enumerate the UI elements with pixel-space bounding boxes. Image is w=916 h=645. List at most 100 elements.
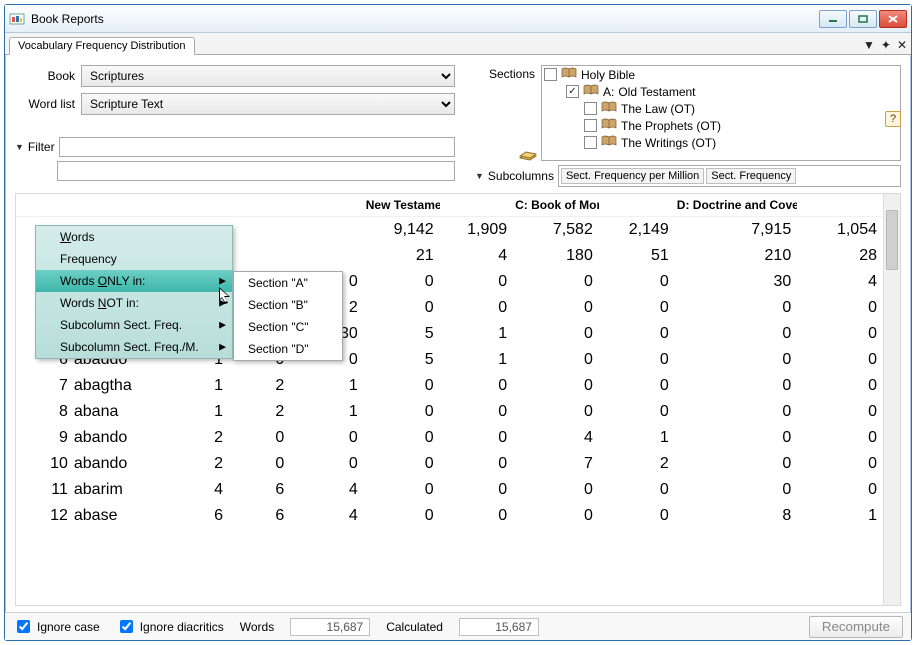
close-button[interactable] (879, 10, 907, 28)
tab-vocab-freq[interactable]: Vocabulary Frequency Distribution (9, 37, 195, 55)
titlebar[interactable]: Book Reports (5, 5, 911, 33)
value-cell: 0 (229, 451, 290, 477)
value-cell: 0 (675, 425, 797, 451)
value-cell: 0 (364, 503, 440, 529)
help-icon[interactable]: ? (885, 111, 901, 127)
book-combo[interactable]: Scriptures (81, 65, 455, 87)
checkbox-icon[interactable] (584, 119, 597, 132)
value-cell: 0 (599, 477, 675, 503)
section-item[interactable]: The Prophets (OT) (542, 117, 900, 134)
column-header[interactable] (173, 194, 229, 217)
filter-input[interactable] (59, 137, 455, 157)
column-header[interactable] (599, 194, 675, 217)
table-row[interactable]: 7abagtha121000000 (16, 373, 883, 399)
value-cell: 7 (513, 451, 599, 477)
section-label: Holy Bible (581, 68, 635, 82)
dropdown-icon[interactable]: ▼ (863, 38, 875, 52)
subcolumns-label: Subcolumns (488, 169, 554, 183)
value-cell: 1,909 (440, 217, 513, 244)
menu-item[interactable]: Words NOT in:▶ (36, 292, 232, 314)
submenu-item[interactable]: Section "A" (234, 272, 342, 294)
wordlist-combo[interactable]: Scripture Text (81, 93, 455, 115)
value-cell: 2 (229, 373, 290, 399)
menu-item[interactable]: Words ONLY in:▶ (36, 270, 232, 292)
pin-icon[interactable]: ✦ (881, 38, 891, 52)
value-cell: 8 (675, 503, 797, 529)
submenu-item[interactable]: Section "C" (234, 316, 342, 338)
section-item[interactable]: Holy Bible (542, 66, 900, 83)
column-header[interactable] (797, 194, 883, 217)
value-cell: 0 (513, 347, 599, 373)
content-area: Book Scriptures Word list Scripture Text… (5, 55, 911, 612)
checkbox-icon[interactable] (584, 102, 597, 115)
table-row[interactable]: 10abando200007200 (16, 451, 883, 477)
checkbox-icon[interactable] (584, 136, 597, 149)
scrollbar-thumb[interactable] (886, 210, 898, 270)
value-cell: 0 (364, 451, 440, 477)
section-label: The Prophets (OT) (621, 119, 721, 133)
chip-freq-per-million[interactable]: Sect. Frequency per Million (561, 168, 704, 184)
table-row[interactable]: 9abando200004100 (16, 425, 883, 451)
filter-context-menu[interactable]: WordsFrequencyWords ONLY in:▶Words NOT i… (35, 225, 233, 359)
submenu-item[interactable]: Section "B" (234, 294, 342, 316)
value-cell: 0 (440, 399, 513, 425)
value-cell: 1 (173, 373, 229, 399)
tab-close-icon[interactable]: ✕ (897, 38, 907, 52)
value-cell: 1 (440, 321, 513, 347)
column-header[interactable] (290, 194, 363, 217)
column-header[interactable]: D: Doctrine and Covenants (675, 194, 797, 217)
value-cell: 4 (290, 477, 363, 503)
menu-item[interactable]: Words (36, 226, 232, 248)
ignore-diacritics-checkbox[interactable]: Ignore diacritics (116, 617, 224, 636)
column-header[interactable] (440, 194, 513, 217)
column-header[interactable] (229, 194, 290, 217)
filter-submenu[interactable]: Section "A"Section "B"Section "C"Section… (233, 271, 343, 361)
chip-sect-frequency[interactable]: Sect. Frequency (706, 168, 796, 184)
table-row[interactable]: 8abana121000000 (16, 399, 883, 425)
recompute-button[interactable]: Recompute (809, 616, 903, 638)
value-cell: 0 (599, 269, 675, 295)
value-cell: 5 (364, 347, 440, 373)
value-cell: 0 (599, 373, 675, 399)
table-row[interactable]: 11abarim464000000 (16, 477, 883, 503)
filter-input-2[interactable] (57, 161, 455, 181)
submenu-arrow-icon: ▶ (219, 342, 226, 353)
column-header[interactable] (70, 194, 173, 217)
section-marker: A: (603, 85, 614, 99)
section-item[interactable]: ✓A:Old Testament (542, 83, 900, 100)
value-cell: 180 (513, 243, 599, 269)
book-stack-icon (519, 147, 537, 161)
filter-collapse-icon[interactable]: ▼ (15, 142, 24, 152)
value-cell: 5 (364, 321, 440, 347)
menu-item[interactable]: Subcolumn Sect. Freq./M.▶ (36, 336, 232, 358)
sections-tree[interactable]: Holy Bible✓A:Old TestamentThe Law (OT)Th… (541, 65, 901, 161)
menu-item[interactable]: Frequency (36, 248, 232, 270)
value-cell: 4 (290, 503, 363, 529)
value-cell: 11 (16, 477, 70, 503)
submenu-arrow-icon: ▶ (219, 298, 226, 309)
menu-item[interactable]: Subcolumn Sect. Freq.▶ (36, 314, 232, 336)
book-icon (601, 135, 617, 150)
ignore-case-checkbox[interactable]: Ignore case (13, 617, 100, 636)
table-row[interactable]: 12abase664000081 (16, 503, 883, 529)
value-cell: 0 (675, 399, 797, 425)
subcolumns-field[interactable]: Sect. Frequency per Million Sect. Freque… (558, 165, 901, 187)
value-cell: 0 (513, 399, 599, 425)
section-item[interactable]: The Law (OT) (542, 100, 900, 117)
value-cell: 1 (440, 347, 513, 373)
submenu-item[interactable]: Section "D" (234, 338, 342, 360)
column-header[interactable] (16, 194, 70, 217)
book-label: Book (15, 69, 75, 83)
section-item[interactable]: The Writings (OT) (542, 134, 900, 151)
grid-scrollbar[interactable] (883, 194, 900, 605)
column-header[interactable]: C: Book of Mormon (513, 194, 599, 217)
column-header[interactable]: New Testament (364, 194, 440, 217)
minimize-button[interactable] (819, 10, 847, 28)
checkbox-icon[interactable] (544, 68, 557, 81)
subcolumns-collapse-icon[interactable]: ▼ (475, 171, 484, 181)
maximize-button[interactable] (849, 10, 877, 28)
value-cell: 0 (599, 295, 675, 321)
book-icon (561, 67, 577, 82)
checkbox-icon[interactable]: ✓ (566, 85, 579, 98)
value-cell: 2 (173, 425, 229, 451)
